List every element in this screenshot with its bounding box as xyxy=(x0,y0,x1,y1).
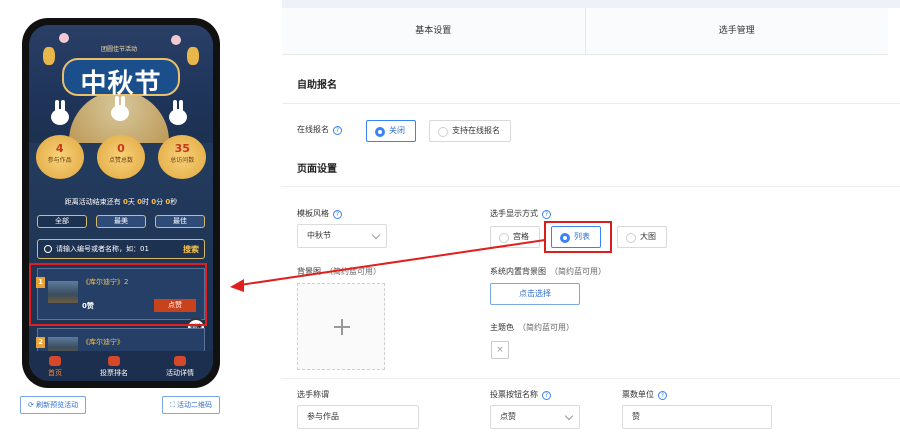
arrow-head xyxy=(230,279,244,292)
page: 团圆佳节活动 中秋节 4 参与作品 0 点赞总数 35 总访问数 距离活动结束还… xyxy=(0,0,900,445)
annotation-arrow xyxy=(230,239,546,292)
arrow-line xyxy=(239,239,546,286)
